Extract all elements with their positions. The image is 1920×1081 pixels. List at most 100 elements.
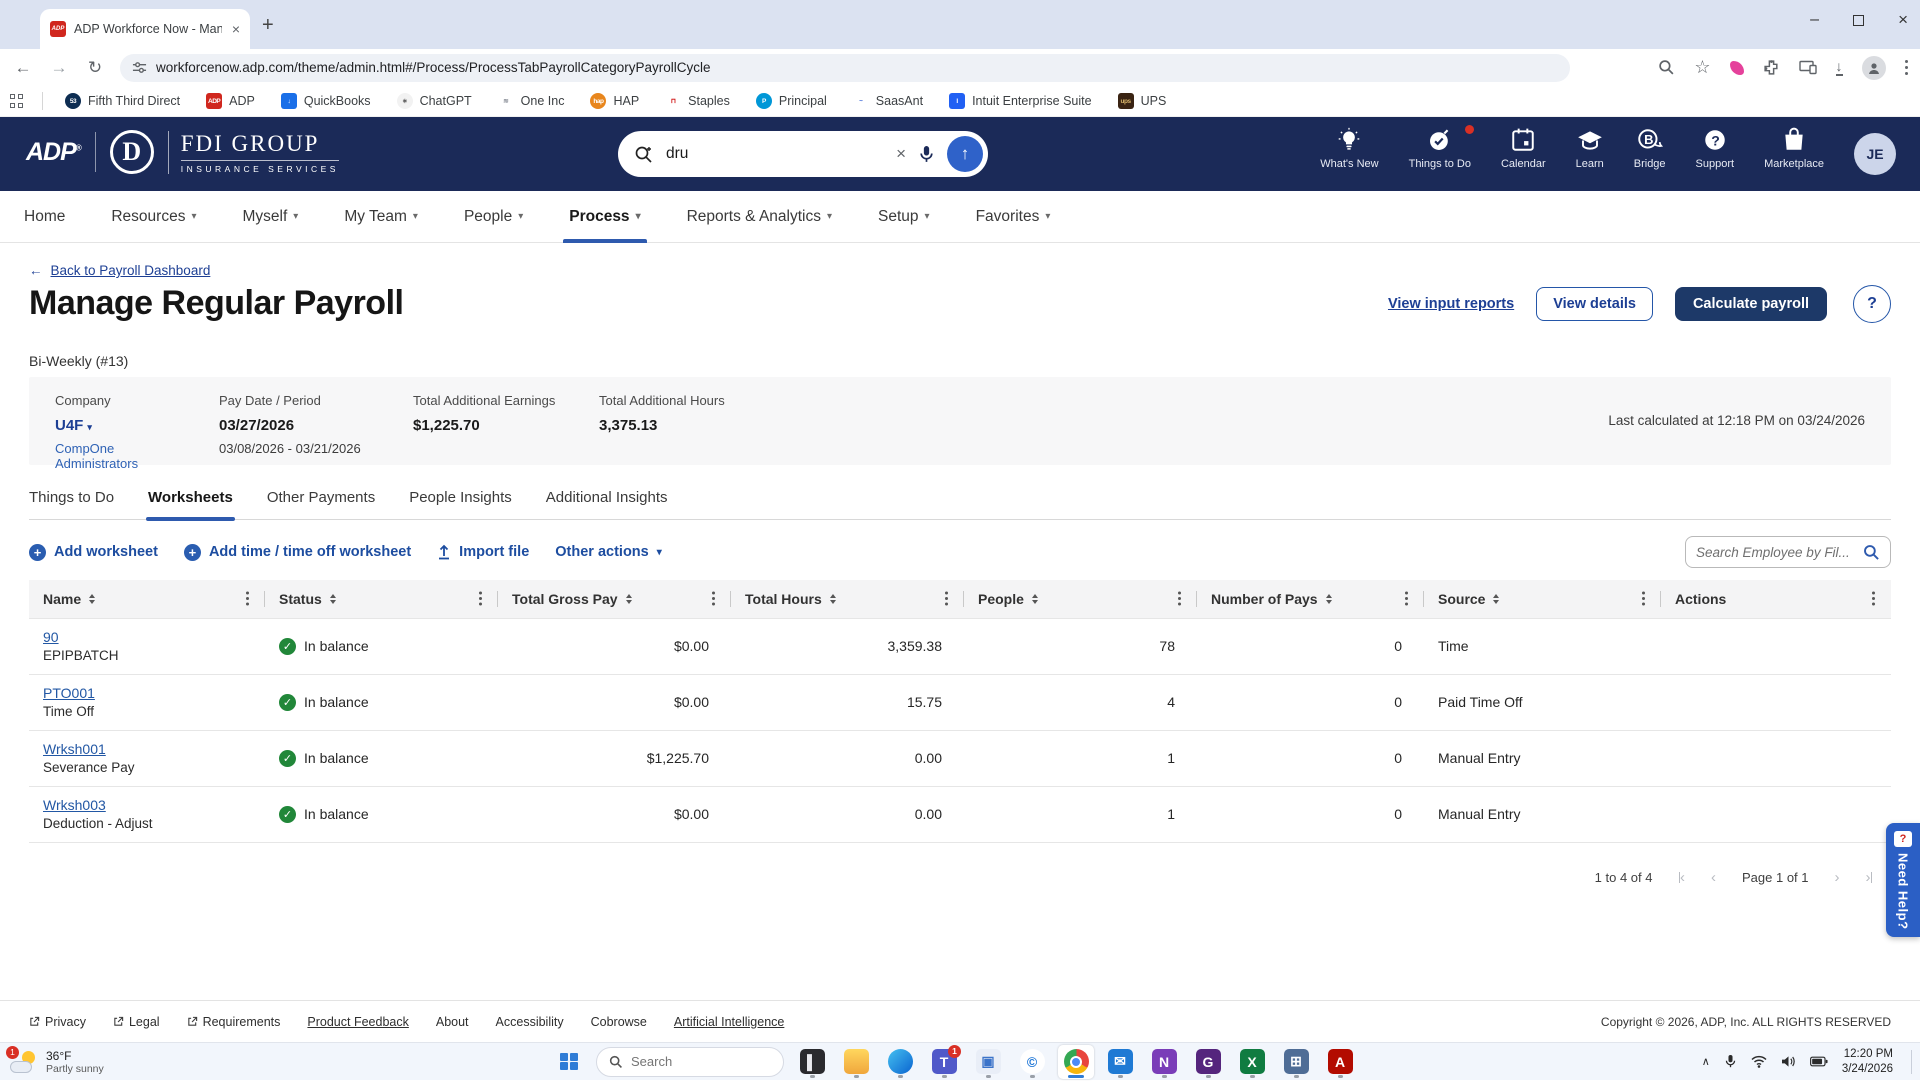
employee-search-input[interactable] [1696,544,1857,560]
nav-process[interactable]: Process ▾ [563,191,647,243]
search-icon[interactable] [1863,544,1880,561]
footer-product-feedback[interactable]: Product Feedback [307,1015,408,1029]
tab-things-to-do[interactable]: Things to Do [29,489,114,519]
calculate-payroll-button[interactable]: Calculate payroll [1674,286,1827,321]
desktop-preview-app-icon[interactable]: ▌ [794,1045,830,1079]
nav-my-team[interactable]: My Team ▾ [344,191,418,243]
next-page-icon[interactable]: › [1835,869,1840,886]
microphone-icon[interactable] [918,145,935,164]
copyright-app-icon[interactable]: © [1014,1045,1050,1079]
bookmark-hap[interactable]: hap HAP [590,93,639,109]
things-to-do-button[interactable]: Things to Do [1409,125,1474,170]
sort-icon[interactable] [830,594,836,605]
support-button[interactable]: ? Support [1696,127,1734,170]
worksheet-link[interactable]: Wrksh001 [43,741,106,757]
column-header[interactable]: Source [1424,580,1661,618]
address-bar[interactable]: workforcenow.adp.com/theme/admin.html#/P… [120,53,1570,82]
column-header[interactable]: Actions [1661,580,1891,618]
add-worksheet-button[interactable]: + Add worksheet [29,543,158,561]
learn-button[interactable]: Learn [1576,127,1604,170]
nav-favorites[interactable]: Favorites ▾ [976,191,1051,243]
column-menu-icon[interactable] [246,597,249,600]
microphone-tray-icon[interactable] [1724,1054,1737,1069]
chrome-icon[interactable] [1058,1044,1094,1079]
footer-cobrowse[interactable]: Cobrowse [591,1015,647,1029]
window-close-icon[interactable]: × [1898,10,1908,30]
marketplace-button[interactable]: Marketplace [1764,127,1824,170]
search-submit-icon[interactable]: ↑ [947,136,983,172]
column-header[interactable]: Status [265,580,498,618]
calendar-button[interactable]: Calendar [1501,127,1546,170]
column-menu-icon[interactable] [1872,597,1875,600]
bookmark-staples[interactable]: ⊓ Staples [665,93,730,109]
global-search-input[interactable] [666,145,885,163]
footer-about[interactable]: About [436,1015,469,1029]
bookmark-intuit-enterprise-suite[interactable]: I Intuit Enterprise Suite [949,93,1092,109]
wifi-icon[interactable] [1751,1055,1767,1068]
nav-myself[interactable]: Myself ▾ [242,191,298,243]
bookmark-one-inc[interactable]: ≋ One Inc [497,93,564,109]
import-file-button[interactable]: Import file [437,544,529,560]
teams-icon[interactable]: T 1 [926,1044,962,1079]
bookmark-principal[interactable]: P Principal [755,93,827,109]
sort-icon[interactable] [330,594,336,605]
browser-tab[interactable]: ADP ADP Workforce Now - Manage × [40,9,250,49]
extensions-puzzle-icon[interactable] [1763,59,1780,76]
footer-requirements[interactable]: Requirements [187,1015,280,1029]
bookmark-saasant[interactable]: ~ SaasAnt [852,93,923,109]
column-menu-icon[interactable] [1642,597,1645,600]
need-help-button[interactable]: ? Need Help? [1886,823,1920,937]
zoom-search-icon[interactable] [1658,59,1675,76]
taskbar-clock[interactable]: 12:20 PM 3/24/2026 [1842,1047,1893,1077]
acrobat-icon[interactable]: A [1322,1045,1358,1079]
tab-additional-insights[interactable]: Additional Insights [546,489,668,519]
column-header[interactable]: People [964,580,1197,618]
bookmark-star-icon[interactable]: ☆ [1694,57,1710,78]
worksheet-link[interactable]: Wrksh003 [43,797,106,813]
tab-other-payments[interactable]: Other Payments [267,489,375,519]
back-icon[interactable]: ← [12,58,34,78]
downloads-icon[interactable]: ↓ [1835,59,1843,76]
system-tools-icon[interactable]: ▣ [970,1045,1006,1079]
column-header[interactable]: Name [29,580,265,618]
bookmark-quickbooks[interactable]: ↓ QuickBooks [280,93,371,109]
worksheet-link[interactable]: 90 [43,629,59,645]
g-app-icon[interactable]: G [1190,1045,1226,1079]
taskbar-search[interactable] [596,1046,784,1077]
tab-people-insights[interactable]: People Insights [409,489,512,519]
footer-accessibility[interactable]: Accessibility [496,1015,564,1029]
battery-icon[interactable] [1809,1056,1828,1067]
help-button[interactable]: ? [1853,284,1891,323]
sort-icon[interactable] [1032,594,1038,605]
tab-close-icon[interactable]: × [232,22,240,36]
extension-pink-icon[interactable] [1729,60,1744,75]
apps-grid-icon[interactable] [10,94,24,108]
tray-expand-icon[interactable]: ∧ [1702,1055,1710,1068]
column-menu-icon[interactable] [945,597,948,600]
window-minimize-icon[interactable]: – [1810,11,1819,29]
file-explorer-icon[interactable] [838,1045,874,1079]
show-desktop-edge[interactable] [1911,1049,1912,1074]
column-header[interactable]: Total Hours [731,580,964,618]
whats-new-button[interactable]: What's New [1320,127,1379,170]
clear-search-icon[interactable]: × [896,144,906,164]
onenote-icon[interactable]: N [1146,1045,1182,1079]
nav-people[interactable]: People ▾ [464,191,523,243]
taskbar-search-input[interactable] [631,1054,751,1069]
bookmark-ups[interactable]: ups UPS [1117,93,1166,109]
sort-icon[interactable] [626,594,632,605]
nav-setup[interactable]: Setup ▾ [878,191,930,243]
view-details-button[interactable]: View details [1536,286,1653,321]
column-header[interactable]: Total Gross Pay [498,580,731,618]
footer-artificial-intelligence[interactable]: Artificial Intelligence [674,1015,784,1029]
previous-page-icon[interactable]: ‹ [1711,869,1716,886]
volume-icon[interactable] [1781,1055,1796,1068]
weather-widget[interactable]: 1 36°F Partly sunny [6,1045,104,1075]
column-menu-icon[interactable] [1178,597,1181,600]
nav-reports-analytics[interactable]: Reports & Analytics ▾ [687,191,832,243]
sort-icon[interactable] [1493,594,1499,605]
start-button[interactable] [552,1046,586,1078]
outlook-icon[interactable]: ✉ [1102,1045,1138,1079]
back-to-payroll-dashboard-link[interactable]: Back to Payroll Dashboard [51,263,211,278]
edge-icon[interactable] [882,1045,918,1079]
